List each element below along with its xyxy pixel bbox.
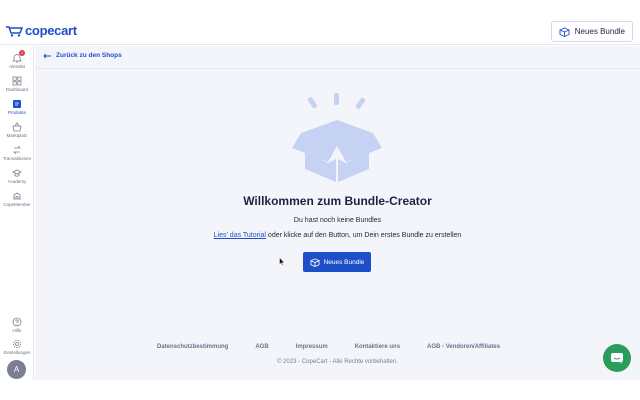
footer-link-agb[interactable]: AGB	[255, 344, 268, 350]
avatar[interactable]: A	[7, 360, 26, 379]
bundle-icon	[309, 257, 320, 267]
sidebar-item-label: Einstellungen	[3, 350, 31, 355]
sidebar-item-produkte[interactable]: Produkte	[0, 99, 34, 115]
sidebar-item-aktivitaet[interactable]: 1 Aktivität	[0, 50, 34, 69]
help-icon	[12, 317, 22, 327]
sidebar-item-copemember[interactable]: CopeMember	[0, 191, 34, 207]
open-box-illustration	[292, 93, 382, 182]
sidebar-item-dashboard[interactable]: Dashboard	[0, 76, 34, 92]
chat-icon	[611, 352, 623, 364]
sidebar-item-transaktionen[interactable]: Transaktionen	[0, 145, 34, 161]
footer-links: Datenschutzbestimmung AGB Impressum Kont…	[157, 344, 527, 350]
basket-icon	[12, 122, 22, 132]
header-divider	[35, 68, 640, 69]
empty-state-subtitle: Du hast noch keine Bundles	[293, 217, 382, 224]
footer-link-kontakt[interactable]: Kontaktiere uns	[355, 344, 400, 350]
transactions-icon	[13, 145, 21, 155]
sidebar-item-hilfe[interactable]: Hilfe	[0, 317, 34, 333]
logo-text: copecart	[25, 23, 77, 38]
copecart-logo[interactable]: copecart	[5, 23, 77, 38]
new-bundle-button[interactable]: Neues Bundle	[303, 252, 371, 272]
footer-link-impressum[interactable]: Impressum	[296, 344, 328, 350]
academy-icon	[12, 169, 22, 177]
tutorial-link[interactable]: Lies' das Tutorial	[214, 232, 266, 239]
notification-badge: 1	[19, 50, 25, 56]
sidebar-item-label: Marktplatz	[6, 133, 28, 138]
sidebar-item-marktplatz[interactable]: Marktplatz	[0, 122, 34, 138]
sidebar-item-label: Dashboard	[5, 87, 28, 92]
back-to-shops-link[interactable]: Zurück zu den Shops	[43, 52, 122, 59]
gear-icon	[13, 340, 21, 348]
sidebar-item-academy[interactable]: Academy	[0, 168, 34, 184]
top-new-bundle-button[interactable]: Neues Bundle	[550, 21, 633, 42]
copyright-text: © 2023 - CopeCart - Alle Rechte vorbehal…	[277, 359, 398, 365]
top-bar: copecart Neues Bundle	[0, 0, 640, 45]
back-link-label: Zurück zu den Shops	[56, 52, 122, 59]
footer-link-datenschutz[interactable]: Datenschutzbestimmung	[157, 344, 228, 350]
sidebar-item-label: Aktivität	[9, 64, 25, 69]
bottom-strip	[0, 380, 640, 400]
main-content: Zurück zu den Shops Willkommen zum Bundl…	[35, 46, 640, 380]
footer-link-agb-vendoren[interactable]: AGB - Vendoren/Affiliates	[427, 344, 500, 350]
mouse-cursor-icon	[279, 257, 285, 266]
sidebar-item-label: Hilfe	[12, 328, 22, 333]
top-new-bundle-label: Neues Bundle	[574, 27, 625, 36]
sidebar-item-label: Academy	[7, 179, 27, 184]
chat-button[interactable]	[603, 344, 631, 372]
sidebar: 1 Aktivität Dashboard Produkte Marktplat…	[0, 45, 34, 380]
sidebar-item-label: Transaktionen	[2, 156, 32, 161]
empty-state-description: Lies' das Tutorial oder klicke auf den B…	[35, 232, 640, 239]
sidebar-item-einstellungen[interactable]: Einstellungen	[0, 339, 34, 355]
description-text: oder klicke auf den Button, um Dein erst…	[265, 232, 462, 239]
cart-logo-icon	[6, 25, 23, 37]
sidebar-item-label: Produkte	[7, 110, 26, 115]
grid-icon	[12, 76, 22, 86]
page-title: Willkommen zum Bundle-Creator	[243, 194, 432, 208]
arrow-left-icon	[43, 53, 51, 58]
bundle-icon	[558, 27, 570, 37]
members-icon	[13, 192, 21, 200]
product-icon	[13, 100, 21, 108]
new-bundle-label: Neues Bundle	[323, 258, 365, 266]
sidebar-item-label: CopeMember	[3, 202, 31, 207]
